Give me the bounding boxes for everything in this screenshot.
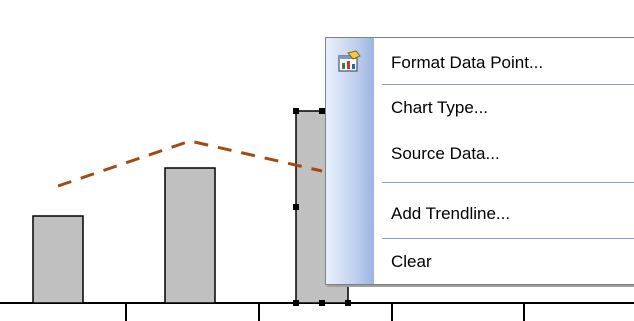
selection-handle[interactable] <box>345 300 351 306</box>
bar[interactable] <box>32 215 84 304</box>
menu-separator <box>382 182 634 183</box>
menu-item-chart-type[interactable]: Chart Type... <box>326 88 634 128</box>
menu-item-label: Clear <box>391 252 432 271</box>
menu-item-label: Add Trendline... <box>391 204 511 223</box>
menu-separator <box>382 238 634 239</box>
menu-item-label: Source Data... <box>391 144 500 163</box>
selection-handle[interactable] <box>293 300 299 306</box>
menu-item-clear[interactable]: Clear <box>326 242 634 282</box>
format-data-point-icon <box>338 50 361 72</box>
menu-item-format-data-point[interactable]: Format Data Point... <box>326 43 634 83</box>
context-menu: Format Data Point... Chart Type... Sourc… <box>325 37 634 285</box>
selection-handle[interactable] <box>293 108 299 114</box>
menu-item-label: Chart Type... <box>391 98 489 117</box>
bar[interactable] <box>164 167 216 304</box>
selection-handle[interactable] <box>319 300 325 306</box>
menu-item-source-data[interactable]: Source Data... <box>326 134 634 174</box>
menu-item-label: Format Data Point... <box>391 53 544 72</box>
selection-handle[interactable] <box>293 204 299 210</box>
menu-item-add-trendline[interactable]: Add Trendline... <box>326 194 634 234</box>
menu-separator <box>382 84 634 85</box>
